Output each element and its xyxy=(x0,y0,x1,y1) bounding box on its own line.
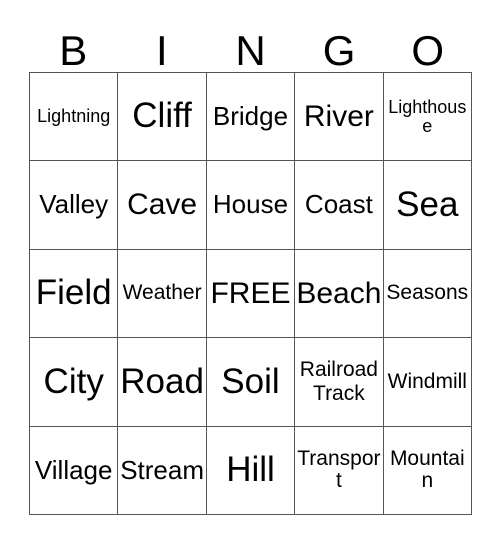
bingo-cell[interactable]: Windmill xyxy=(383,338,472,427)
bingo-cell-label: Seasons xyxy=(386,281,469,305)
bingo-cell-label: Village xyxy=(34,454,113,485)
bingo-cell-label: Lighthouse xyxy=(388,96,467,136)
bingo-cell-label: Cliff xyxy=(132,96,192,136)
bingo-cell[interactable]: Village xyxy=(30,426,119,515)
bingo-header-letter-n: N xyxy=(235,27,266,74)
bingo-cell[interactable]: City xyxy=(30,338,119,427)
bingo-cell[interactable]: Stream xyxy=(118,426,207,515)
bingo-cell-label: Weather xyxy=(122,281,202,305)
bingo-cell-label: Lightning xyxy=(37,106,111,127)
bingo-cell[interactable]: Bridge xyxy=(206,73,296,162)
bingo-cell[interactable]: House xyxy=(206,161,296,250)
bingo-cell-label: Sea xyxy=(396,184,459,224)
bingo-cell[interactable]: Coast xyxy=(295,161,384,250)
bingo-cell-label: Cave xyxy=(127,188,198,222)
bingo-cell[interactable]: Beach xyxy=(295,249,384,339)
bingo-cell[interactable]: Road xyxy=(118,338,207,427)
bingo-cell-label: Stream xyxy=(120,454,204,485)
bingo-cell[interactable]: Railroad Track xyxy=(295,338,384,427)
bingo-cell-label: Soil xyxy=(221,361,280,401)
bingo-cell-label: House xyxy=(212,189,289,220)
bingo-cell[interactable]: Transport xyxy=(295,426,384,515)
bingo-cell[interactable]: Lighthouse xyxy=(383,73,472,162)
bingo-cell-label: Transport xyxy=(297,447,381,493)
bingo-cell-label: Valley xyxy=(39,189,109,220)
bingo-cell-label: Field xyxy=(35,273,112,313)
bingo-cell[interactable]: Field xyxy=(30,249,119,339)
bingo-cell[interactable]: Valley xyxy=(30,161,119,250)
bingo-cell-label: Windmill xyxy=(387,369,467,393)
bingo-header-letter-o: O xyxy=(411,27,444,74)
bingo-header-row: BINGO xyxy=(29,22,472,72)
bingo-cell-label: Beach xyxy=(296,276,382,310)
bingo-cell[interactable]: Hill xyxy=(206,426,296,515)
bingo-cell[interactable]: Mountain xyxy=(383,426,472,515)
bingo-cell[interactable]: Cliff xyxy=(118,73,207,162)
bingo-card: B I N G O Lightning Cliff Bridge River Lighthous… xyxy=(0,0,500,544)
bingo-cell-label: Railroad Track xyxy=(299,358,378,405)
bingo-header-letter-g: G xyxy=(322,27,356,74)
bingo-cell[interactable]: Sea xyxy=(383,161,472,250)
bingo-cell[interactable]: Lightning xyxy=(30,73,119,162)
bingo-cell[interactable]: Soil xyxy=(206,338,296,427)
bingo-cell[interactable]: Seasons xyxy=(383,249,472,339)
bingo-cell-label: Coast xyxy=(304,189,373,220)
bingo-cell[interactable]: Weather xyxy=(118,249,207,339)
bingo-cell[interactable]: Cave xyxy=(118,161,207,250)
bingo-header-letter-b: B xyxy=(59,27,88,74)
bingo-cell-label: Road xyxy=(120,361,204,401)
bingo-cell[interactable]: River xyxy=(295,73,384,162)
bingo-cell-label: FREE xyxy=(210,276,291,310)
bingo-cell-label: City xyxy=(43,361,104,401)
bingo-header-letter-i: I xyxy=(156,27,168,74)
bingo-cell-label: Hill xyxy=(226,449,275,489)
bingo-cell-label: Mountain xyxy=(389,447,465,493)
bingo-grid: Lightning Cliff Bridge River Lighthouse Valle… xyxy=(29,72,472,515)
bingo-cell-label: Bridge xyxy=(212,101,289,132)
bingo-cell-label: River xyxy=(303,99,374,133)
bingo-cell-free-space[interactable]: FREE xyxy=(206,249,296,339)
